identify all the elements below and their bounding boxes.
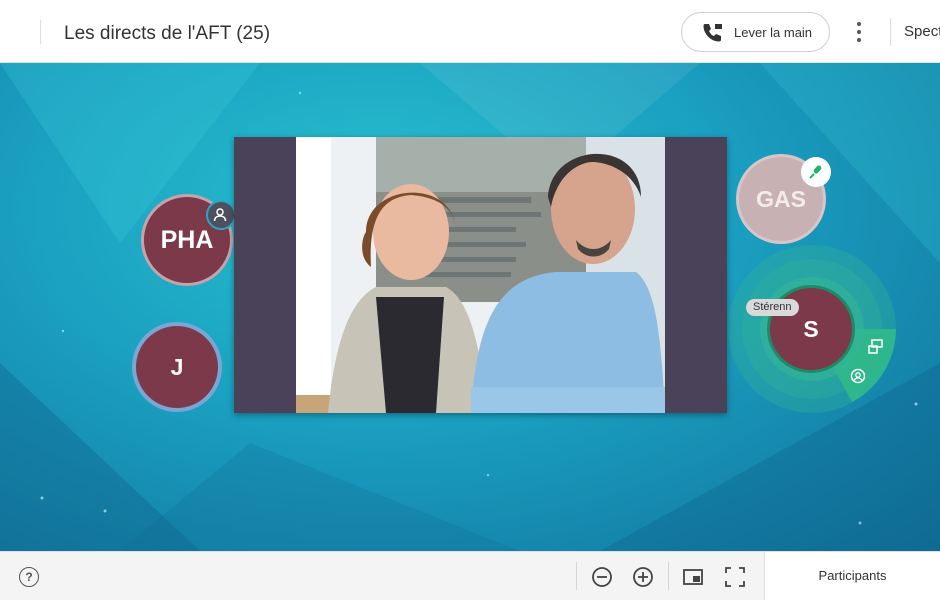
spectator-tab[interactable]: Spect [904, 23, 940, 40]
bottom-toolbar: ? Participants [0, 551, 940, 600]
speaker-name-tag: Stérenn [746, 299, 799, 316]
profile-icon[interactable] [847, 365, 869, 387]
user-host-icon [206, 200, 236, 230]
help-icon[interactable]: ? [19, 567, 39, 587]
zoom-in-icon[interactable] [631, 565, 655, 589]
screen-share-icon[interactable] [865, 336, 887, 358]
more-options-icon[interactable] [850, 20, 868, 44]
meeting-title: Les directs de l'AFT (25) [64, 23, 271, 44]
participants-label[interactable]: Participants [765, 568, 940, 583]
raise-hand-button[interactable]: Lever la main [681, 12, 830, 52]
microphone-icon [801, 157, 831, 187]
video-feed[interactable] [234, 137, 727, 413]
divider [576, 562, 577, 590]
raise-hand-icon [703, 24, 722, 42]
zoom-out-icon[interactable] [590, 565, 614, 589]
raise-hand-label: Lever la main [734, 24, 813, 40]
conference-stage: PHA J GAS S Stérenn [0, 63, 940, 551]
top-bar: Les directs de l'AFT (25) Lever la main … [0, 0, 940, 63]
video-frame-image [296, 137, 665, 413]
fullscreen-icon[interactable] [723, 565, 747, 589]
participant-avatar-j[interactable]: J [132, 322, 222, 412]
participants-panel-tab[interactable]: Participants [764, 552, 940, 600]
divider [668, 562, 669, 590]
divider [40, 20, 41, 44]
picture-in-picture-icon[interactable] [681, 565, 705, 589]
divider [890, 18, 891, 46]
